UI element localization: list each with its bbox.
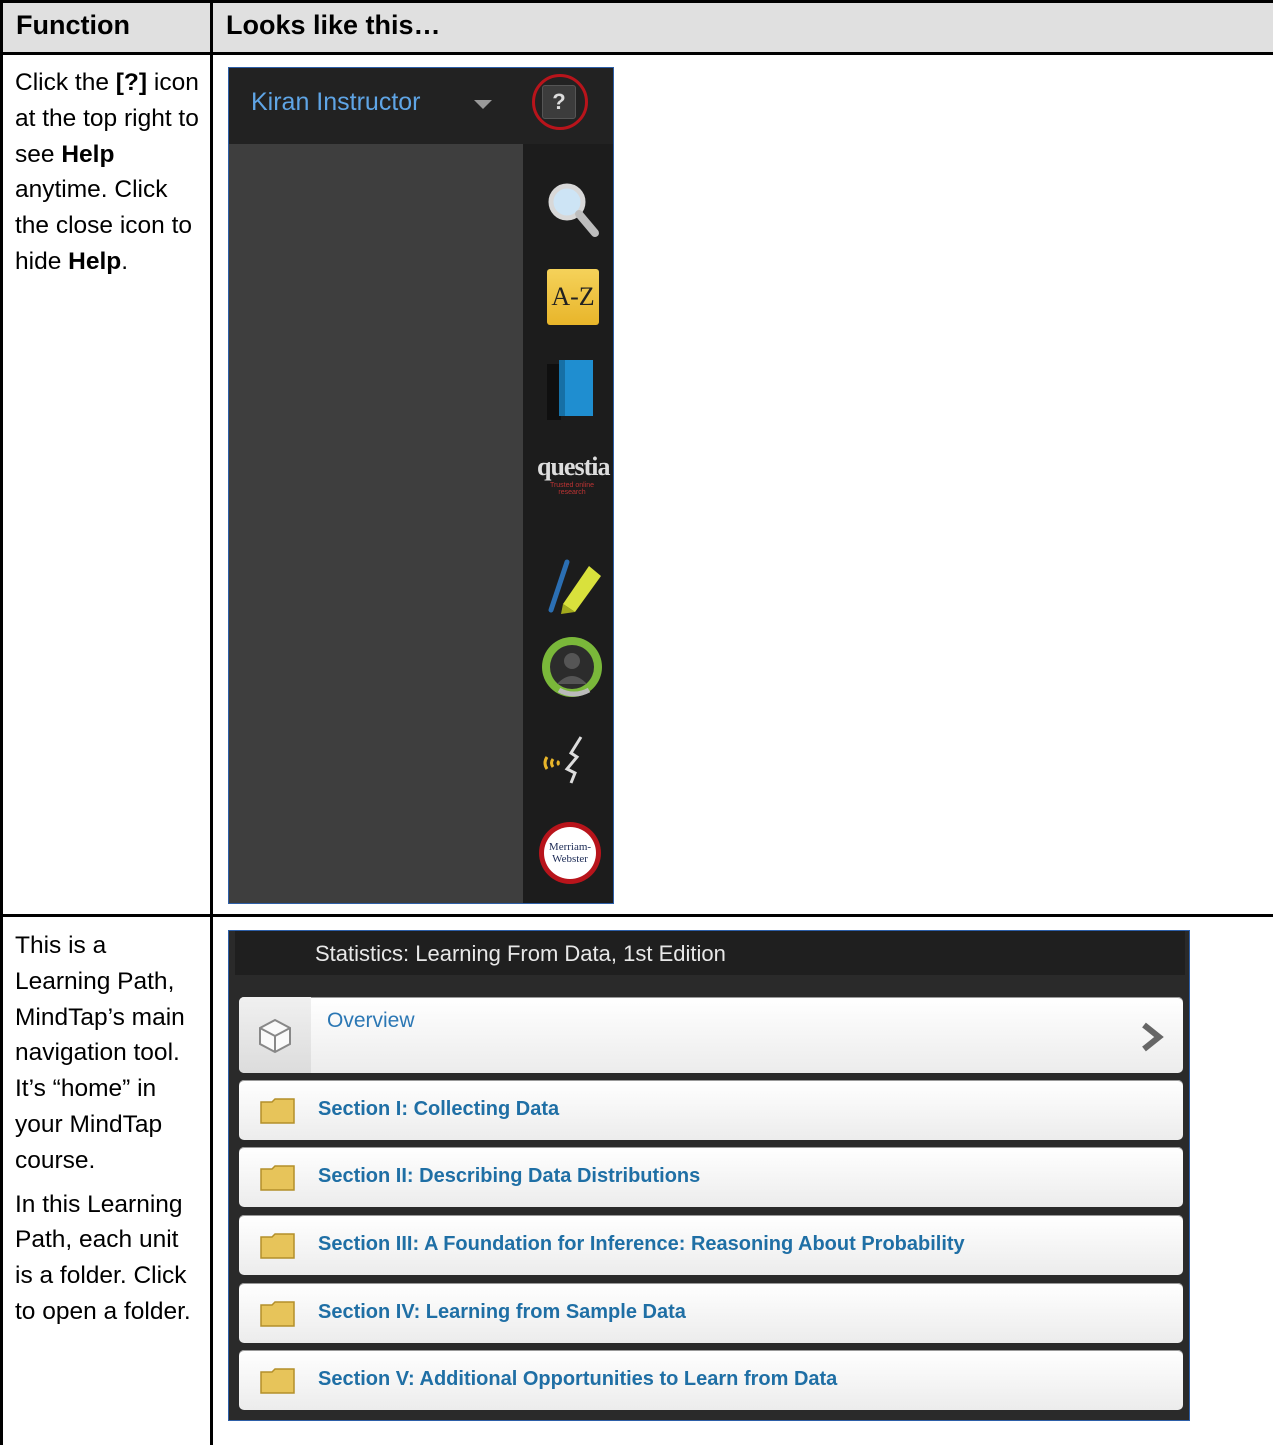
folder-icon [260,1165,295,1191]
merriam-webster-icon[interactable]: Merriam- Webster [539,822,601,884]
overview-icon-box [239,997,311,1073]
table-header-row [0,3,1273,52]
header-looks-like: Looks like this… [226,10,441,40]
folder-icon [260,1301,295,1327]
section-row-3[interactable]: Section III: A Foundation for Inference:… [239,1215,1183,1275]
section-label[interactable]: Section II: Describing Data Distribution… [318,1165,700,1188]
folder-icon [260,1233,295,1259]
a-z-icon[interactable]: A-Z [547,269,599,325]
row-divider [0,914,1273,917]
highlighter-icon[interactable] [543,544,607,621]
learning-path-header: Statistics: Learning From Data, 1st Edit… [235,931,1185,975]
book-icon[interactable] [543,358,599,427]
header-function: Function [16,10,130,40]
section-row-5[interactable]: Section V: Additional Opportunities to L… [239,1350,1183,1410]
chevron-down-icon[interactable] [474,100,492,109]
avatar-icon[interactable] [539,634,605,705]
section-row-2[interactable]: Section II: Describing Data Distribution… [239,1147,1183,1207]
highlight-circle [532,74,588,130]
document-table: Function Looks like this… Click the [?] … [0,0,1273,1445]
section-row-1[interactable]: Section I: Collecting Data [239,1080,1183,1140]
readspeaker-icon[interactable] [541,729,601,794]
column-divider [210,0,213,1445]
cube-icon [259,1018,291,1054]
sidebar-panel [229,144,523,903]
user-name-menu[interactable]: Kiran Instructor [251,88,421,117]
sidebar-screenshot: Kiran Instructor ? A-Z questia Trusted o… [228,67,614,904]
section-label[interactable]: Section III: A Foundation for Inference:… [318,1233,965,1256]
app-dock: A-Z questia Trusted online research Merr… [523,144,613,903]
section-label[interactable]: Section I: Collecting Data [318,1098,559,1121]
section-label[interactable]: Section V: Additional Opportunities to L… [318,1368,837,1391]
questia-icon[interactable]: questia Trusted online research [537,452,610,496]
course-title: Statistics: Learning From Data, 1st Edit… [315,941,726,966]
row1-function-text: Click the [?] icon at the top right to s… [15,69,199,275]
table-border-left [0,0,3,1445]
chevron-right-icon[interactable] [1139,1021,1165,1053]
folder-icon [260,1098,295,1124]
row2-function-text: This is a Learning Path, MindTap’s main … [15,932,191,1325]
learning-path-screenshot: Statistics: Learning From Data, 1st Edit… [228,930,1190,1421]
folder-icon [260,1368,295,1394]
section-label[interactable]: Section IV: Learning from Sample Data [318,1301,686,1324]
overview-row[interactable]: Overview [239,997,1183,1073]
header-divider [0,52,1273,55]
search-icon[interactable] [543,178,603,245]
table-border-top [0,0,1273,3]
section-row-4[interactable]: Section IV: Learning from Sample Data [239,1283,1183,1343]
overview-label[interactable]: Overview [327,1009,415,1033]
